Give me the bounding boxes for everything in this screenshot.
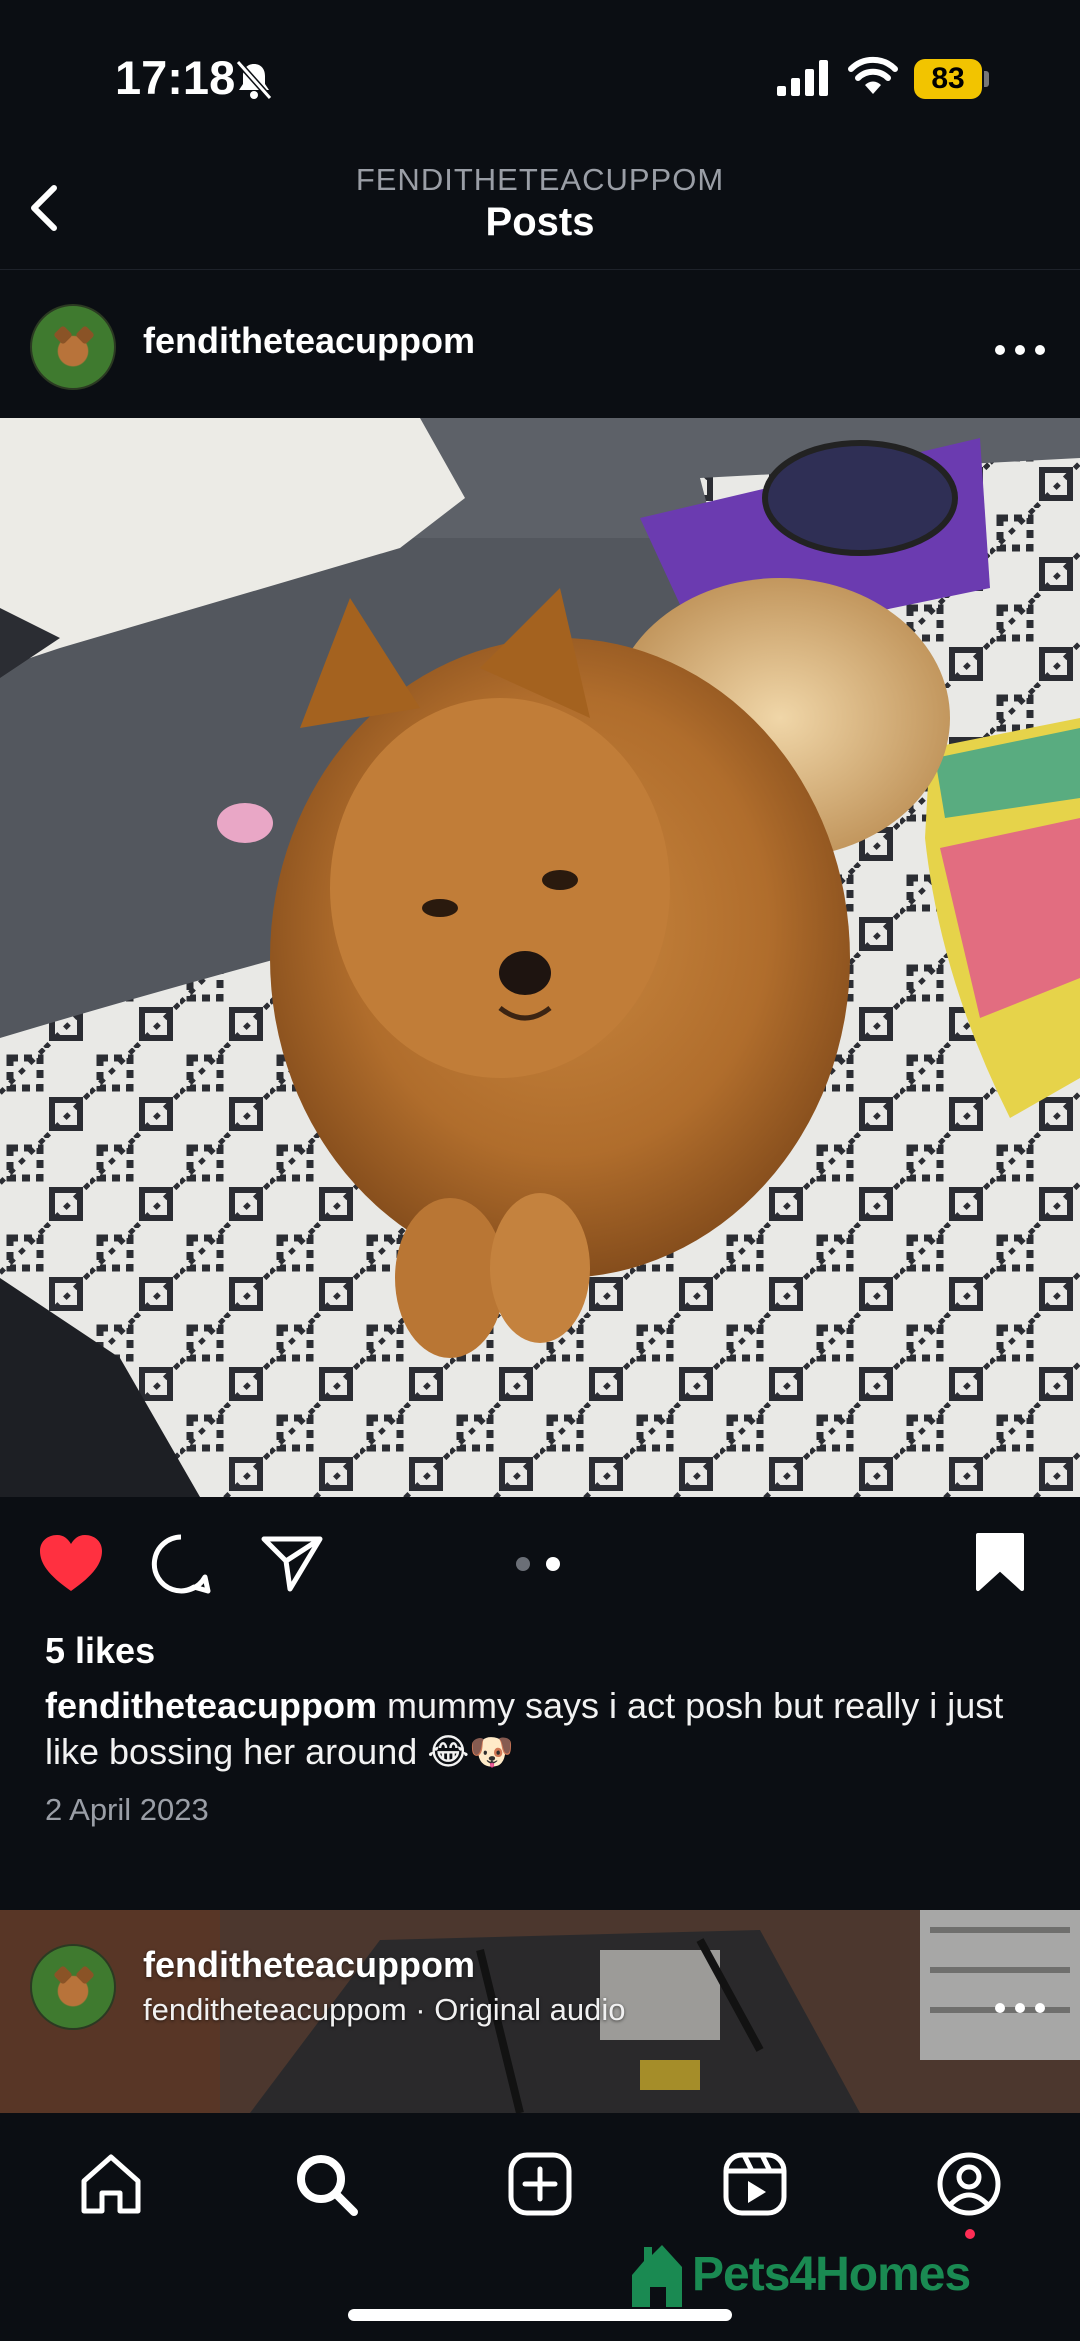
share-icon[interactable] — [260, 1533, 324, 1593]
heart-icon[interactable] — [38, 1533, 104, 1595]
notification-dot — [965, 2229, 975, 2239]
post-caption: fenditheteacuppom mummy says i act posh … — [45, 1683, 1045, 1775]
battery-indicator: 83 — [914, 59, 982, 99]
home-indicator[interactable] — [348, 2309, 732, 2321]
cellular-signal-icon — [777, 60, 828, 96]
bookmark-icon[interactable] — [974, 1531, 1026, 1593]
next-post-avatar[interactable] — [30, 1944, 116, 2030]
watermark-text: Pets4Homes — [692, 2247, 971, 2301]
pets4homes-logo-icon — [632, 2245, 682, 2307]
account-handle: FENDITHETEACUPPOM — [355, 162, 725, 197]
nav-header: FENDITHETEACUPPOM Posts — [0, 150, 1080, 270]
battery-tip — [984, 71, 989, 87]
likes-count[interactable]: 5 likes — [45, 1630, 155, 1672]
next-post-audio[interactable]: fenditheteacuppom · Original audio — [143, 1992, 626, 2028]
bell-off-icon — [235, 60, 273, 100]
next-post-preview[interactable]: fenditheteacuppom fenditheteacuppom · Or… — [0, 1910, 1080, 2113]
bottom-tab-bar: Pets4Homes — [0, 2113, 1080, 2341]
carousel-indicator — [516, 1554, 576, 1574]
pets4homes-watermark: Pets4Homes — [628, 2239, 971, 2309]
more-options-icon[interactable] — [992, 330, 1048, 370]
post-actions — [0, 1497, 1080, 1627]
comment-icon[interactable] — [150, 1533, 212, 1595]
carousel-dot-1 — [516, 1557, 530, 1571]
caption-username[interactable]: fenditheteacuppom — [45, 1685, 377, 1726]
pomeranian-dog-photo — [0, 418, 1080, 1497]
post-username[interactable]: fenditheteacuppom — [143, 320, 475, 362]
next-post-username[interactable]: fenditheteacuppom — [143, 1944, 475, 1986]
status-time: 17:18 — [115, 51, 236, 104]
post-photo[interactable] — [0, 418, 1080, 1497]
status-bar: 17:18 83 — [0, 0, 1080, 150]
page-title: Posts — [485, 200, 595, 244]
post-date: 2 April 2023 — [45, 1792, 209, 1827]
avatar[interactable] — [30, 304, 116, 390]
wifi-icon — [848, 56, 898, 94]
home-icon[interactable] — [76, 2149, 146, 2219]
profile-icon[interactable] — [934, 2149, 1004, 2219]
post-header: fenditheteacuppom — [0, 280, 1080, 418]
search-icon[interactable] — [291, 2149, 361, 2219]
next-post-more-icon[interactable] — [992, 1988, 1048, 2028]
reels-icon[interactable] — [720, 2149, 790, 2219]
create-icon[interactable] — [505, 2149, 575, 2219]
carousel-dot-2-active — [546, 1557, 560, 1571]
